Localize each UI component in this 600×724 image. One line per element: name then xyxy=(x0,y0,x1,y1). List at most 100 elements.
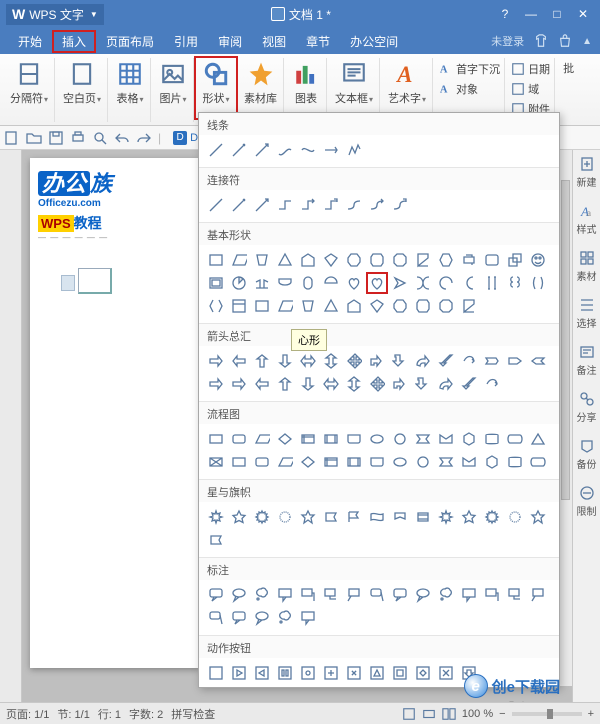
shape-item[interactable] xyxy=(274,295,296,317)
shape-item[interactable] xyxy=(274,506,296,528)
cart-icon[interactable] xyxy=(558,34,572,48)
status-line[interactable]: 行: 1 xyxy=(98,706,121,722)
shape-item[interactable] xyxy=(274,139,296,161)
shape-item[interactable] xyxy=(228,428,250,450)
shape-item[interactable] xyxy=(366,662,388,684)
shape-item[interactable] xyxy=(366,428,388,450)
shape-item[interactable] xyxy=(435,662,457,684)
shape-item[interactable] xyxy=(366,295,388,317)
shape-item[interactable] xyxy=(412,506,434,528)
shape-item[interactable] xyxy=(389,584,411,606)
menu-开始[interactable]: 开始 xyxy=(8,30,52,53)
preview-icon[interactable] xyxy=(92,130,108,146)
shape-item[interactable] xyxy=(481,350,503,372)
shape-item[interactable] xyxy=(320,194,342,216)
view-mode-icon[interactable] xyxy=(422,707,436,721)
shape-item[interactable] xyxy=(274,272,296,294)
scroll-thumb[interactable] xyxy=(561,180,570,500)
shape-item[interactable] xyxy=(205,584,227,606)
shape-item[interactable] xyxy=(366,584,388,606)
shape-item[interactable] xyxy=(228,139,250,161)
shape-item[interactable] xyxy=(297,249,319,271)
shape-item[interactable] xyxy=(343,451,365,473)
shape-item[interactable] xyxy=(251,506,273,528)
shape-item[interactable] xyxy=(389,662,411,684)
shape-item[interactable] xyxy=(274,350,296,372)
shape-item[interactable] xyxy=(228,506,250,528)
shape-item[interactable] xyxy=(274,451,296,473)
shape-item[interactable] xyxy=(205,506,227,528)
shape-item[interactable] xyxy=(366,506,388,528)
shape-item[interactable] xyxy=(412,295,434,317)
shape-item[interactable] xyxy=(435,249,457,271)
shape-item[interactable] xyxy=(366,249,388,271)
menu-办公空间[interactable]: 办公空间 xyxy=(340,30,408,53)
shape-item[interactable] xyxy=(274,428,296,450)
open-icon[interactable] xyxy=(26,130,42,146)
new-icon[interactable] xyxy=(4,130,20,146)
shape-item[interactable] xyxy=(435,350,457,372)
ribbon-分隔符[interactable]: 分隔符▾ xyxy=(4,58,55,122)
zoom-out-button[interactable]: − xyxy=(499,708,505,720)
shape-heart[interactable] xyxy=(366,272,388,294)
shape-item[interactable] xyxy=(205,350,227,372)
shape-item[interactable] xyxy=(343,428,365,450)
shape-item[interactable] xyxy=(389,373,411,395)
shape-item[interactable] xyxy=(435,506,457,528)
shape-item[interactable] xyxy=(366,350,388,372)
shape-item[interactable] xyxy=(389,272,411,294)
shape-item[interactable] xyxy=(251,350,273,372)
document-page[interactable]: 办公族 Officezu.com WPS教程 — — — — — — xyxy=(30,158,200,668)
shape-item[interactable] xyxy=(366,373,388,395)
shape-item[interactable] xyxy=(205,428,227,450)
shape-item[interactable] xyxy=(527,428,549,450)
shape-item[interactable] xyxy=(320,373,342,395)
shape-item[interactable] xyxy=(320,428,342,450)
shape-item[interactable] xyxy=(527,506,549,528)
shape-item[interactable] xyxy=(297,272,319,294)
shape-item[interactable] xyxy=(458,373,480,395)
app-menu[interactable]: W WPS 文字 ▼ xyxy=(6,4,104,25)
shape-item[interactable] xyxy=(251,373,273,395)
ribbon-形状[interactable]: 形状▾ xyxy=(194,56,238,120)
shape-item[interactable] xyxy=(251,194,273,216)
shape-item[interactable] xyxy=(251,451,273,473)
status-section[interactable]: 节: 1/1 xyxy=(57,706,89,722)
shape-item[interactable] xyxy=(343,662,365,684)
menu-章节[interactable]: 章节 xyxy=(296,30,340,53)
menu-页面布局[interactable]: 页面布局 xyxy=(96,30,164,53)
shape-item[interactable] xyxy=(458,428,480,450)
shape-item[interactable] xyxy=(228,373,250,395)
shape-item[interactable] xyxy=(251,295,273,317)
shape-item[interactable] xyxy=(504,350,526,372)
side-新建[interactable]: 新建 xyxy=(577,156,597,189)
shape-item[interactable] xyxy=(274,584,296,606)
shape-item[interactable] xyxy=(458,272,480,294)
shape-item[interactable] xyxy=(504,249,526,271)
shape-item[interactable] xyxy=(228,662,250,684)
menu-视图[interactable]: 视图 xyxy=(252,30,296,53)
shape-item[interactable] xyxy=(412,662,434,684)
zoom-slider[interactable] xyxy=(512,712,582,716)
shape-item[interactable] xyxy=(297,139,319,161)
shape-item[interactable] xyxy=(527,350,549,372)
side-样式[interactable]: Aa样式 xyxy=(577,203,597,236)
shape-item[interactable] xyxy=(320,662,342,684)
shape-item[interactable] xyxy=(343,584,365,606)
shape-item[interactable] xyxy=(205,529,227,551)
shape-item[interactable] xyxy=(274,373,296,395)
shape-item[interactable] xyxy=(389,451,411,473)
shape-item[interactable] xyxy=(504,272,526,294)
shape-item[interactable] xyxy=(297,194,319,216)
shape-item[interactable] xyxy=(527,249,549,271)
shape-item[interactable] xyxy=(435,295,457,317)
shape-item[interactable] xyxy=(481,451,503,473)
ribbon-small-日期[interactable]: 日期 xyxy=(511,60,550,78)
shape-item[interactable] xyxy=(481,428,503,450)
shape-item[interactable] xyxy=(435,584,457,606)
shape-item[interactable] xyxy=(251,139,273,161)
shape-item[interactable] xyxy=(297,295,319,317)
shape-item[interactable] xyxy=(228,607,250,629)
shape-item[interactable] xyxy=(389,506,411,528)
shape-item[interactable] xyxy=(320,249,342,271)
